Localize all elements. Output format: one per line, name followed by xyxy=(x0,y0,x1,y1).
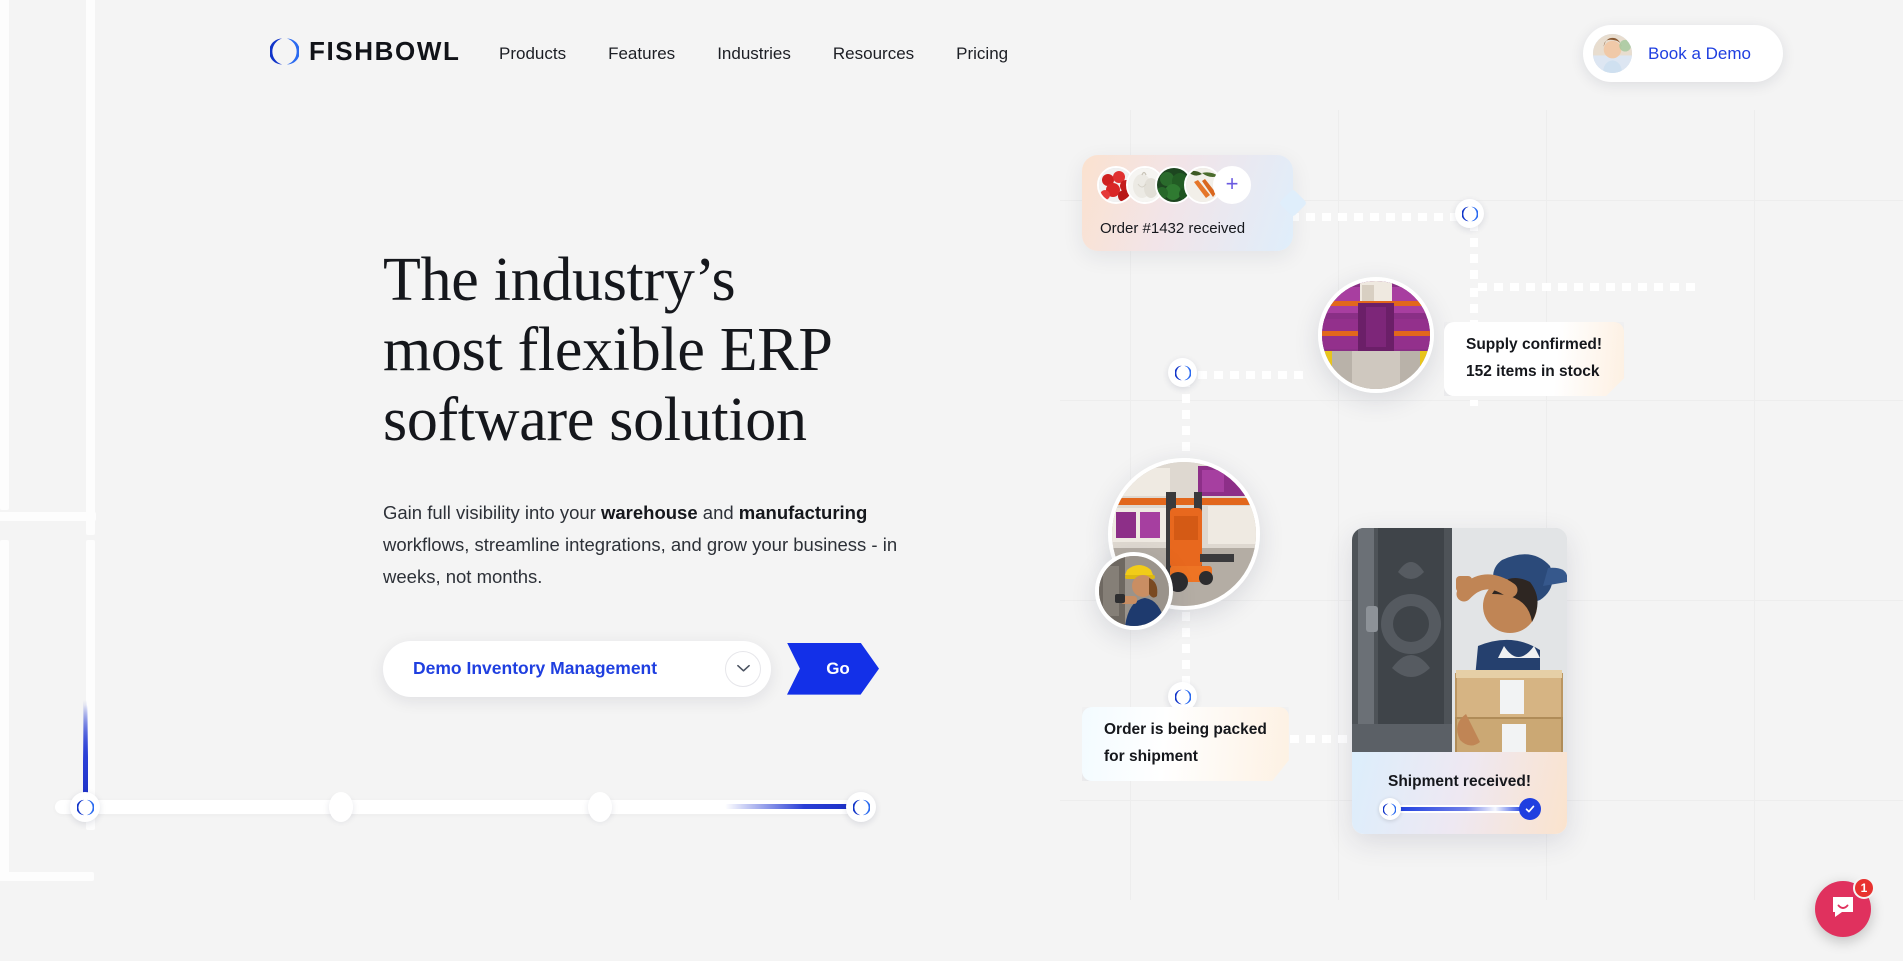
go-button[interactable]: Go xyxy=(787,642,879,695)
pack-tooltip-line-2: for shipment xyxy=(1104,748,1198,765)
track-node-step-1[interactable] xyxy=(329,795,353,819)
fishbowl-logo-icon xyxy=(1174,365,1191,381)
subcopy-part-3: workflows, streamline integrations, and … xyxy=(383,533,898,587)
nav-item-resources[interactable]: Resources xyxy=(812,44,935,64)
hero-progress-fill xyxy=(725,804,857,809)
order-received-card: + Order #1432 received xyxy=(1082,155,1293,251)
subcopy-bold-warehouse: warehouse xyxy=(600,502,698,524)
fishbowl-logo-icon xyxy=(852,799,870,816)
chat-unread-badge: 1 xyxy=(1853,877,1875,899)
supply-tooltip-line-1: Supply confirmed! xyxy=(1466,336,1603,353)
page-title: The industry’s most flexible ERP softwar… xyxy=(383,245,943,455)
book-a-demo-label: Book a Demo xyxy=(1648,43,1751,63)
check-icon xyxy=(1518,798,1541,820)
shipment-progress-bar[interactable] xyxy=(1378,798,1541,820)
demo-select[interactable]: Demo Inventory Management xyxy=(383,640,771,697)
connector-line xyxy=(1198,371,1308,379)
page-root: FISHBOWL Products Features Industries Re… xyxy=(0,0,1903,961)
connector-node-packing[interactable] xyxy=(1168,682,1197,711)
supply-tooltip-line-2: 152 items in stock xyxy=(1466,363,1600,380)
headline-line-2: most flexible ERP xyxy=(383,316,833,385)
track-stem xyxy=(83,700,87,802)
circuit-track xyxy=(0,872,94,881)
hero-progress-track[interactable] xyxy=(55,800,867,814)
subcopy-part-2: and xyxy=(697,502,739,524)
main-nav: Products Features Industries Resources P… xyxy=(478,44,1029,64)
logo-text: FISHBOWL xyxy=(309,36,461,66)
photo-delivery-courier xyxy=(1352,528,1567,753)
pack-tooltip-line-1: Order is being packed xyxy=(1104,721,1267,738)
shipment-progress-start-node[interactable] xyxy=(1378,798,1401,820)
fishbowl-logo-icon xyxy=(76,799,94,816)
nav-item-products[interactable]: Products xyxy=(478,44,587,64)
nav-item-features[interactable]: Features xyxy=(587,44,696,64)
track-node-step-2[interactable] xyxy=(588,795,612,819)
go-button-label: Go xyxy=(826,658,850,678)
track-node-end[interactable] xyxy=(846,792,876,822)
fishbowl-logo-icon xyxy=(1461,206,1478,222)
subcopy-part-1: Gain full visibility into your xyxy=(383,502,601,524)
packing-tooltip: Order is being packed for shipment xyxy=(1082,707,1289,781)
headline-line-3: software solution xyxy=(383,386,807,455)
headline-line-1: The industry’s xyxy=(383,246,736,314)
grid-line xyxy=(1338,110,1339,900)
photo-warehouse-aisle xyxy=(1318,277,1434,393)
shipment-status-footer: Shipment received! xyxy=(1352,752,1567,834)
nav-item-industries[interactable]: Industries xyxy=(696,44,812,64)
circuit-track xyxy=(0,512,96,521)
shipment-caption: Shipment received! xyxy=(1388,773,1531,790)
order-item-thumbnails: + xyxy=(1097,166,1251,204)
nav-item-pricing[interactable]: Pricing xyxy=(935,44,1029,64)
connector-node-supply[interactable] xyxy=(1455,199,1484,228)
add-item-label: + xyxy=(1225,171,1239,196)
hero-section: The industry’s most flexible ERP softwar… xyxy=(383,245,943,697)
site-header: FISHBOWL Products Features Industries Re… xyxy=(0,0,1903,112)
avatar xyxy=(1591,32,1634,75)
order-received-caption: Order #1432 received xyxy=(1100,220,1246,237)
connector-node-warehouse[interactable] xyxy=(1168,358,1197,387)
circuit-track xyxy=(0,540,9,880)
photo-warehouse-worker xyxy=(1095,552,1173,630)
track-node-start[interactable] xyxy=(70,792,100,822)
shipment-progress-fill xyxy=(1396,807,1523,811)
chevron-down-icon[interactable] xyxy=(725,650,761,687)
connector-line xyxy=(1182,612,1190,690)
book-a-demo-button[interactable]: Book a Demo xyxy=(1583,25,1783,82)
grid-line xyxy=(1754,110,1755,900)
logo[interactable]: FISHBOWL xyxy=(270,36,460,67)
hero-subcopy: Gain full visibility into your warehouse… xyxy=(383,497,928,592)
fishbowl-logo-icon xyxy=(270,37,299,66)
shipment-received-card: Shipment received! xyxy=(1352,528,1567,834)
chat-widget-button[interactable]: 1 xyxy=(1815,877,1875,937)
subcopy-bold-manufacturing: manufacturing xyxy=(738,502,868,524)
connector-line xyxy=(1478,283,1696,291)
hero-cta-row: Demo Inventory Management Go xyxy=(383,640,943,697)
fishbowl-logo-icon xyxy=(1383,803,1396,816)
fishbowl-logo-icon xyxy=(1174,689,1191,705)
chat-bubble-icon xyxy=(1830,894,1856,925)
connector-line xyxy=(1470,222,1478,286)
connector-line xyxy=(1290,213,1478,221)
supply-confirmed-tooltip: Supply confirmed! 152 items in stock xyxy=(1444,322,1625,396)
connector-line xyxy=(1290,735,1352,743)
add-item-button[interactable]: + xyxy=(1213,166,1251,204)
demo-select-value: Demo Inventory Management xyxy=(413,658,658,679)
